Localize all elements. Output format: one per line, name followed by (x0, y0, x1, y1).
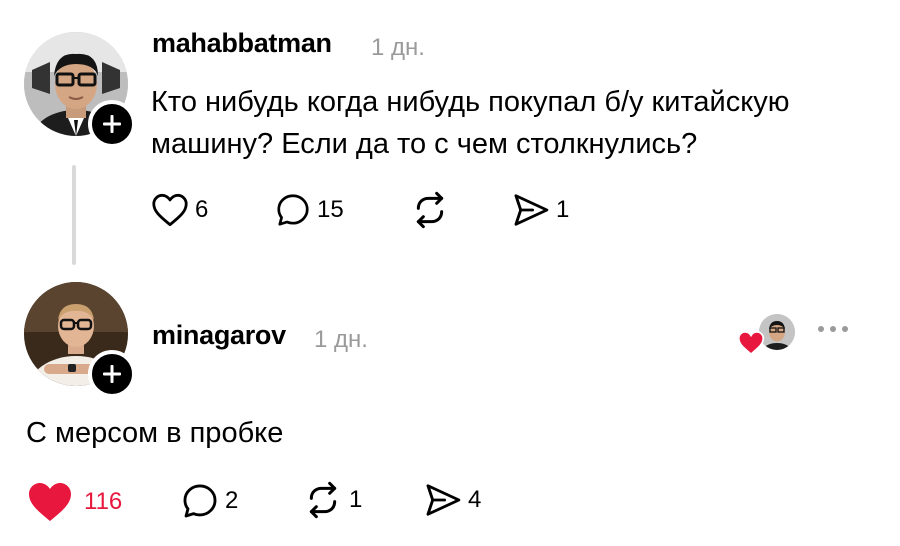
like-button[interactable]: 6 (151, 193, 208, 227)
post-time: 1 дн. (371, 34, 425, 61)
more-options-button[interactable] (818, 326, 848, 332)
repost-button[interactable] (410, 190, 450, 230)
reply-repost-button[interactable]: 1 (303, 480, 362, 520)
reply-repost-count: 1 (349, 486, 363, 513)
reply-comment-count: 2 (225, 487, 239, 514)
share-count: 1 (556, 196, 570, 223)
more-icon-dot (842, 326, 848, 332)
reply-text: С мерсом в пробке (26, 417, 284, 449)
reply-share-count: 4 (468, 486, 482, 513)
reply-like-button[interactable]: 116 (26, 481, 122, 523)
comment-icon (277, 194, 309, 226)
share-button[interactable]: 1 (512, 192, 569, 228)
post-text-line1: Кто нибудь когда нибудь покупал б/у кита… (151, 86, 790, 118)
repost-icon (309, 481, 337, 519)
repost-icon (416, 191, 444, 229)
share-icon (514, 194, 549, 226)
reply-like-count: 116 (84, 488, 123, 515)
follow-plus-button-reply[interactable] (88, 350, 136, 398)
follow-plus-button[interactable] (88, 100, 136, 148)
reply-share-button[interactable]: 4 (424, 482, 481, 518)
thread-line (72, 165, 76, 265)
like-count: 6 (195, 196, 209, 223)
liked-by-author-indicator (737, 314, 797, 362)
comment-button[interactable]: 15 (275, 192, 344, 228)
reply-comment-button[interactable]: 2 (181, 482, 238, 520)
heart-icon (737, 331, 765, 356)
heart-icon (29, 483, 71, 521)
heart-icon (152, 193, 188, 227)
more-icon-dot (818, 326, 824, 332)
reply-time: 1 дн. (314, 326, 368, 353)
post-text-line2: машину? Если да то с чем столкнулись? (151, 128, 698, 160)
more-icon-dot (830, 326, 836, 332)
comment-count: 15 (317, 196, 344, 223)
post-username[interactable]: mahabbatman (152, 28, 332, 59)
comment-icon (183, 484, 217, 518)
reply-username[interactable]: minagarov (152, 320, 286, 351)
share-icon (426, 484, 461, 516)
